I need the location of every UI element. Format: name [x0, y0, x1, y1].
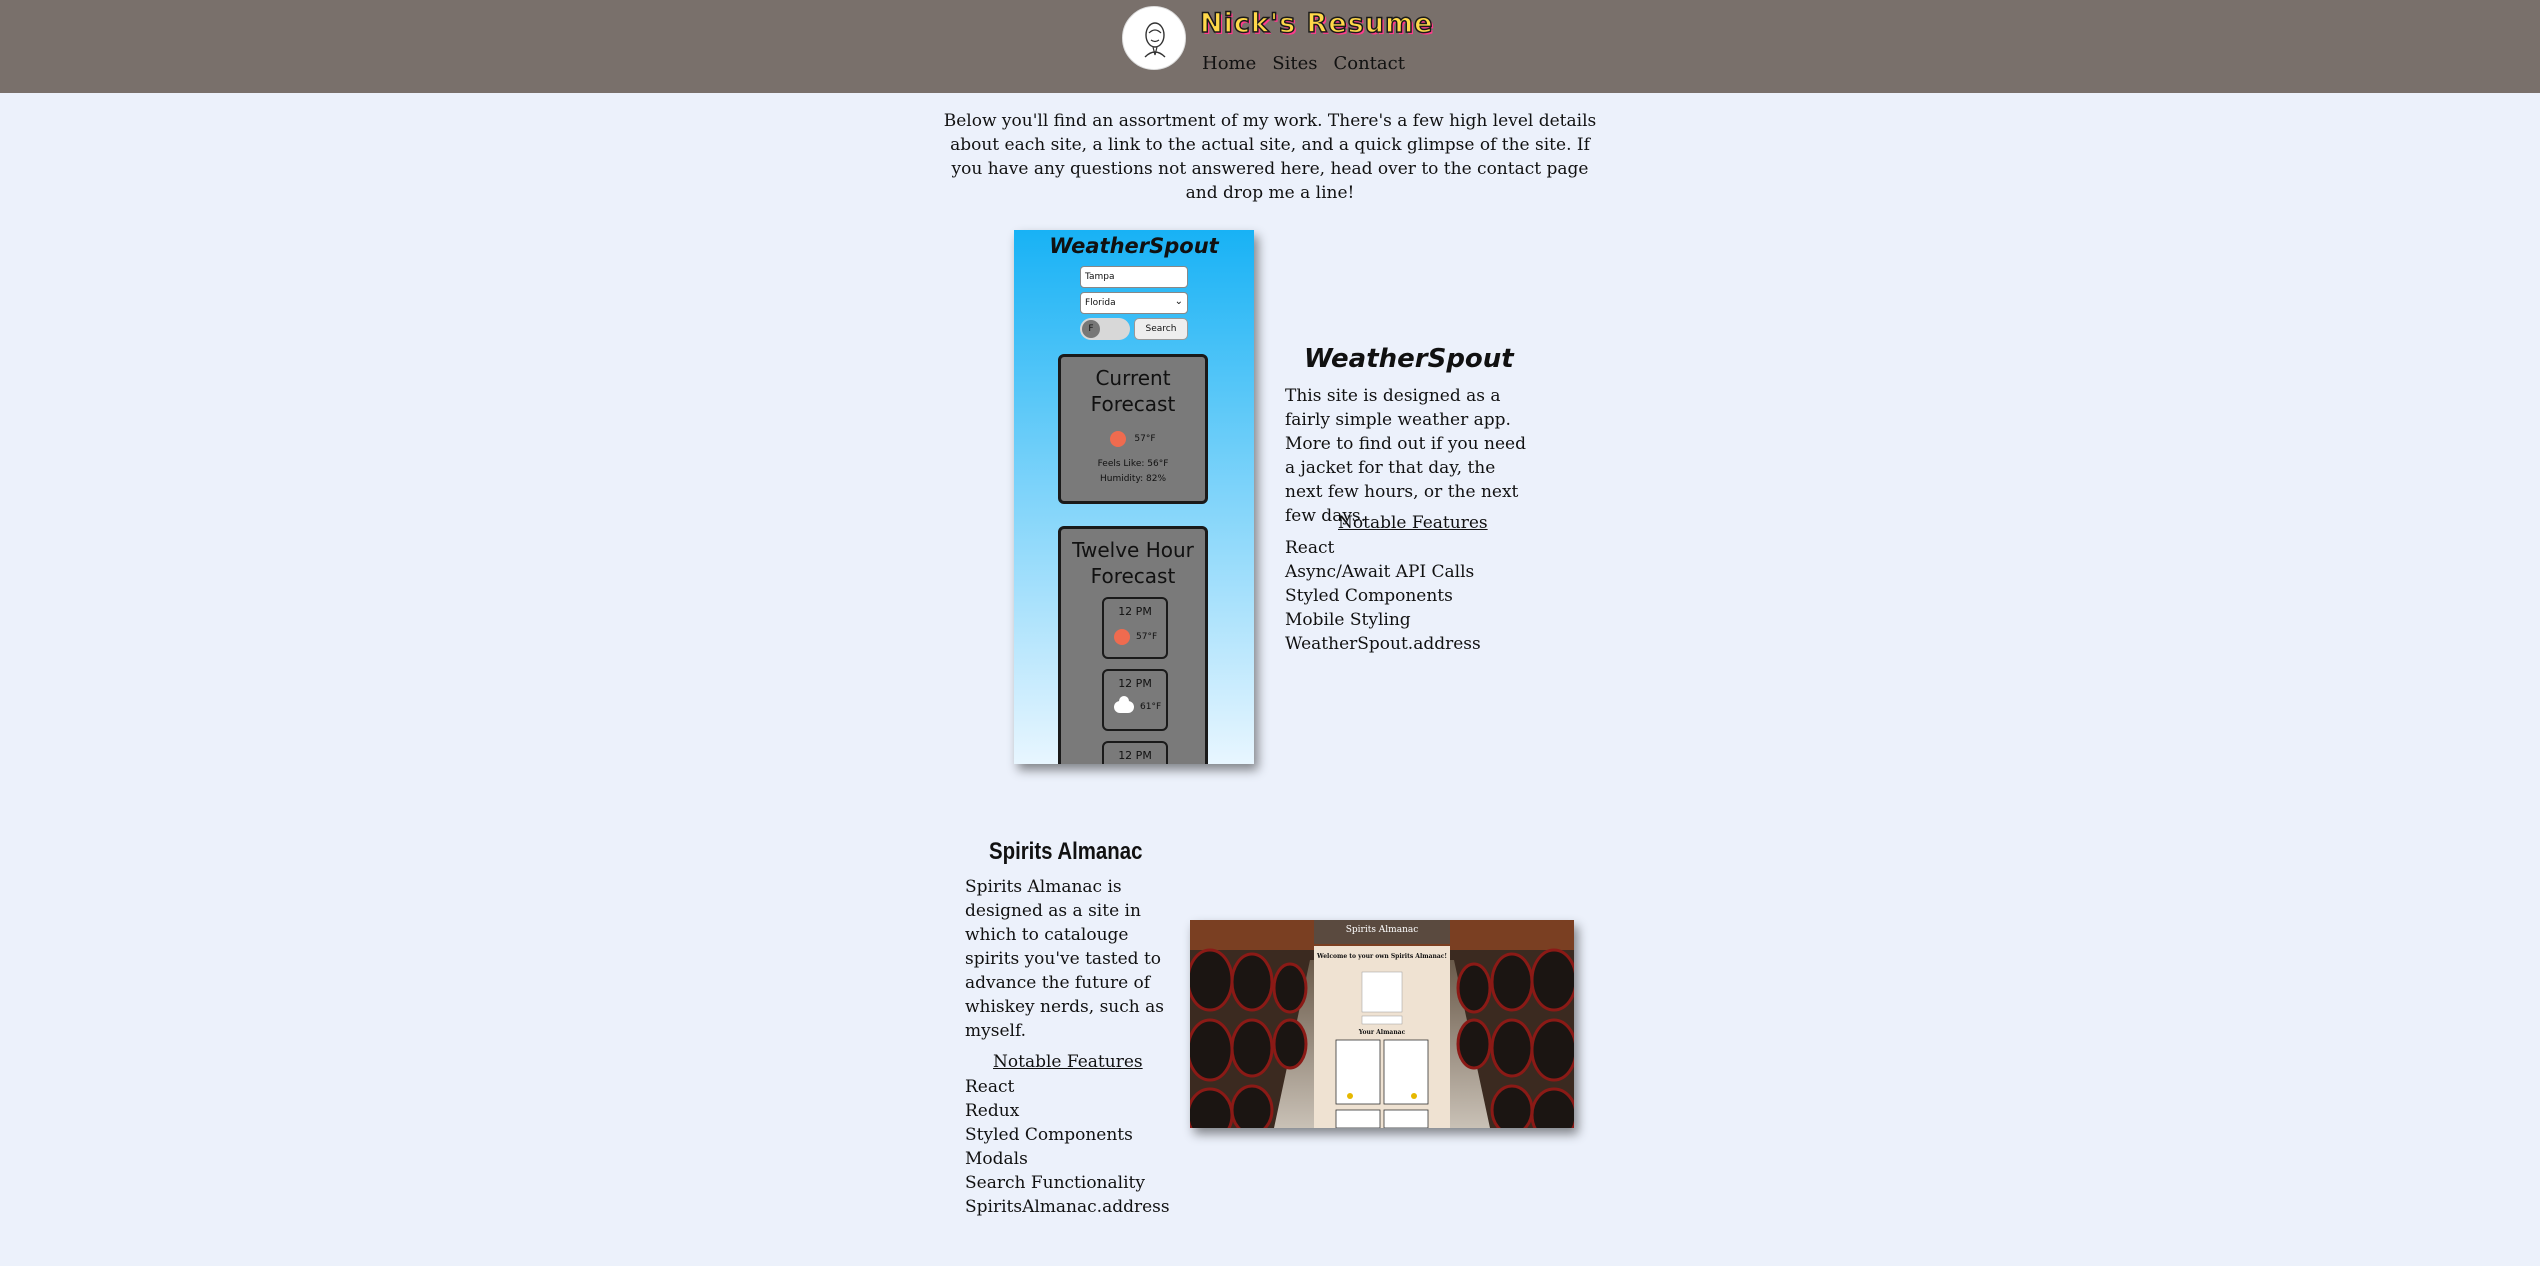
feature-item: Styled Components	[965, 1125, 1133, 1145]
weatherspout-description: This site is designed as a fairly simple…	[1285, 386, 1526, 526]
preview-hour-item: 12 PM 57°F	[1102, 597, 1168, 659]
preview-sa-title: Spirits Almanac	[1346, 925, 1419, 935]
preview-state-select: Florida ⌄	[1080, 292, 1188, 314]
feature-item: Modals	[965, 1149, 1028, 1169]
weatherspout-address-link[interactable]: WeatherSpout.address	[1285, 632, 1481, 656]
preview-city-field: Tampa	[1080, 266, 1188, 288]
weatherspout-features-list: React Async/Await API Calls Styled Compo…	[1285, 536, 1481, 656]
preview-hour-item: 12 PM	[1102, 741, 1168, 764]
preview-twelve-hour-card: Twelve Hour Forecast 12 PM 57°F 12 PM 61…	[1058, 526, 1208, 764]
preview-sa-welcome: Welcome to your own Spirits Almanac!	[1316, 953, 1447, 960]
preview-title: WeatherSpout	[1049, 234, 1219, 258]
feature-item: Async/Await API Calls	[1285, 562, 1475, 582]
feature-item: React	[1285, 538, 1335, 558]
barrel-cellar-image: Spirits Almanac Welcome to your own Spir…	[1190, 920, 1574, 1128]
preview-state-value: Florida	[1085, 298, 1116, 308]
preview-hour-time: 12 PM	[1118, 749, 1152, 762]
cloud-icon	[1114, 696, 1134, 713]
intro-text: Below you'll find an assortment of my wo…	[943, 111, 1597, 203]
sun-icon	[1114, 629, 1130, 645]
nav-sites-link[interactable]: Sites	[1272, 53, 1317, 74]
preview-current-title: Current Forecast	[1090, 366, 1176, 416]
spirits-features-list: React Redux Styled Components Modals Sea…	[965, 1075, 1170, 1219]
preview-hour-temp: 57°F	[1136, 632, 1158, 642]
preview-search-button: Search	[1134, 318, 1188, 340]
site-header: Nick's Resume Home Sites Contact	[0, 0, 2540, 93]
preview-sa-almanac: Your Almanac	[1358, 1029, 1406, 1036]
feature-item: React	[965, 1077, 1015, 1097]
preview-hour-time: 12 PM	[1118, 605, 1152, 618]
preview-hour-time: 12 PM	[1118, 677, 1152, 690]
portrait-sketch-icon	[1144, 22, 1166, 58]
preview-feels-like: Feels Like: 56°F	[1097, 459, 1169, 469]
preview-unit-toggle: F	[1080, 318, 1130, 340]
preview-humidity: Humidity: 82%	[1099, 474, 1167, 484]
feature-item: Mobile Styling	[1285, 610, 1411, 630]
feature-item: Redux	[965, 1101, 1020, 1121]
feature-item: Styled Components	[1285, 586, 1453, 606]
feature-item: Search Functionality	[965, 1173, 1145, 1193]
chevron-down-icon: ⌄	[1174, 296, 1183, 307]
preview-toggle-knob: F	[1082, 320, 1100, 338]
preview-current-temp: 57°F	[1134, 434, 1156, 444]
logo-avatar[interactable]	[1122, 6, 1186, 70]
main-nav: Home Sites Contact	[1202, 53, 1421, 74]
nav-contact-link[interactable]: Contact	[1333, 53, 1404, 74]
spirits-almanac-screenshot[interactable]: Spirits Almanac Welcome to your own Spir…	[1190, 920, 1574, 1128]
preview-twelve-title: Twelve Hour Forecast	[1072, 538, 1194, 588]
weatherspout-features-title: Notable Features	[1338, 513, 1488, 533]
weatherspout-screenshot[interactable]: WeatherSpout Tampa Florida ⌄ F Search Cu…	[1014, 230, 1254, 764]
preview-current-forecast-card: Current Forecast 57°F Feels Like: 56°F H…	[1058, 354, 1208, 504]
spirits-address-link[interactable]: SpiritsAlmanac.address	[965, 1195, 1170, 1219]
spirits-features-title: Notable Features	[993, 1052, 1143, 1072]
spirits-description: Spirits Almanac is designed as a site in…	[965, 877, 1164, 1041]
nav-home-link[interactable]: Home	[1202, 53, 1256, 74]
sun-icon	[1110, 431, 1127, 447]
preview-hour-item: 12 PM 61°F	[1102, 669, 1168, 731]
spirits-heading: Spirits Almanac	[989, 838, 1143, 865]
site-title: Nick's Resume	[1199, 7, 1434, 40]
weatherspout-heading: WeatherSpout	[1304, 344, 1514, 374]
preview-hour-temp: 61°F	[1140, 702, 1162, 712]
